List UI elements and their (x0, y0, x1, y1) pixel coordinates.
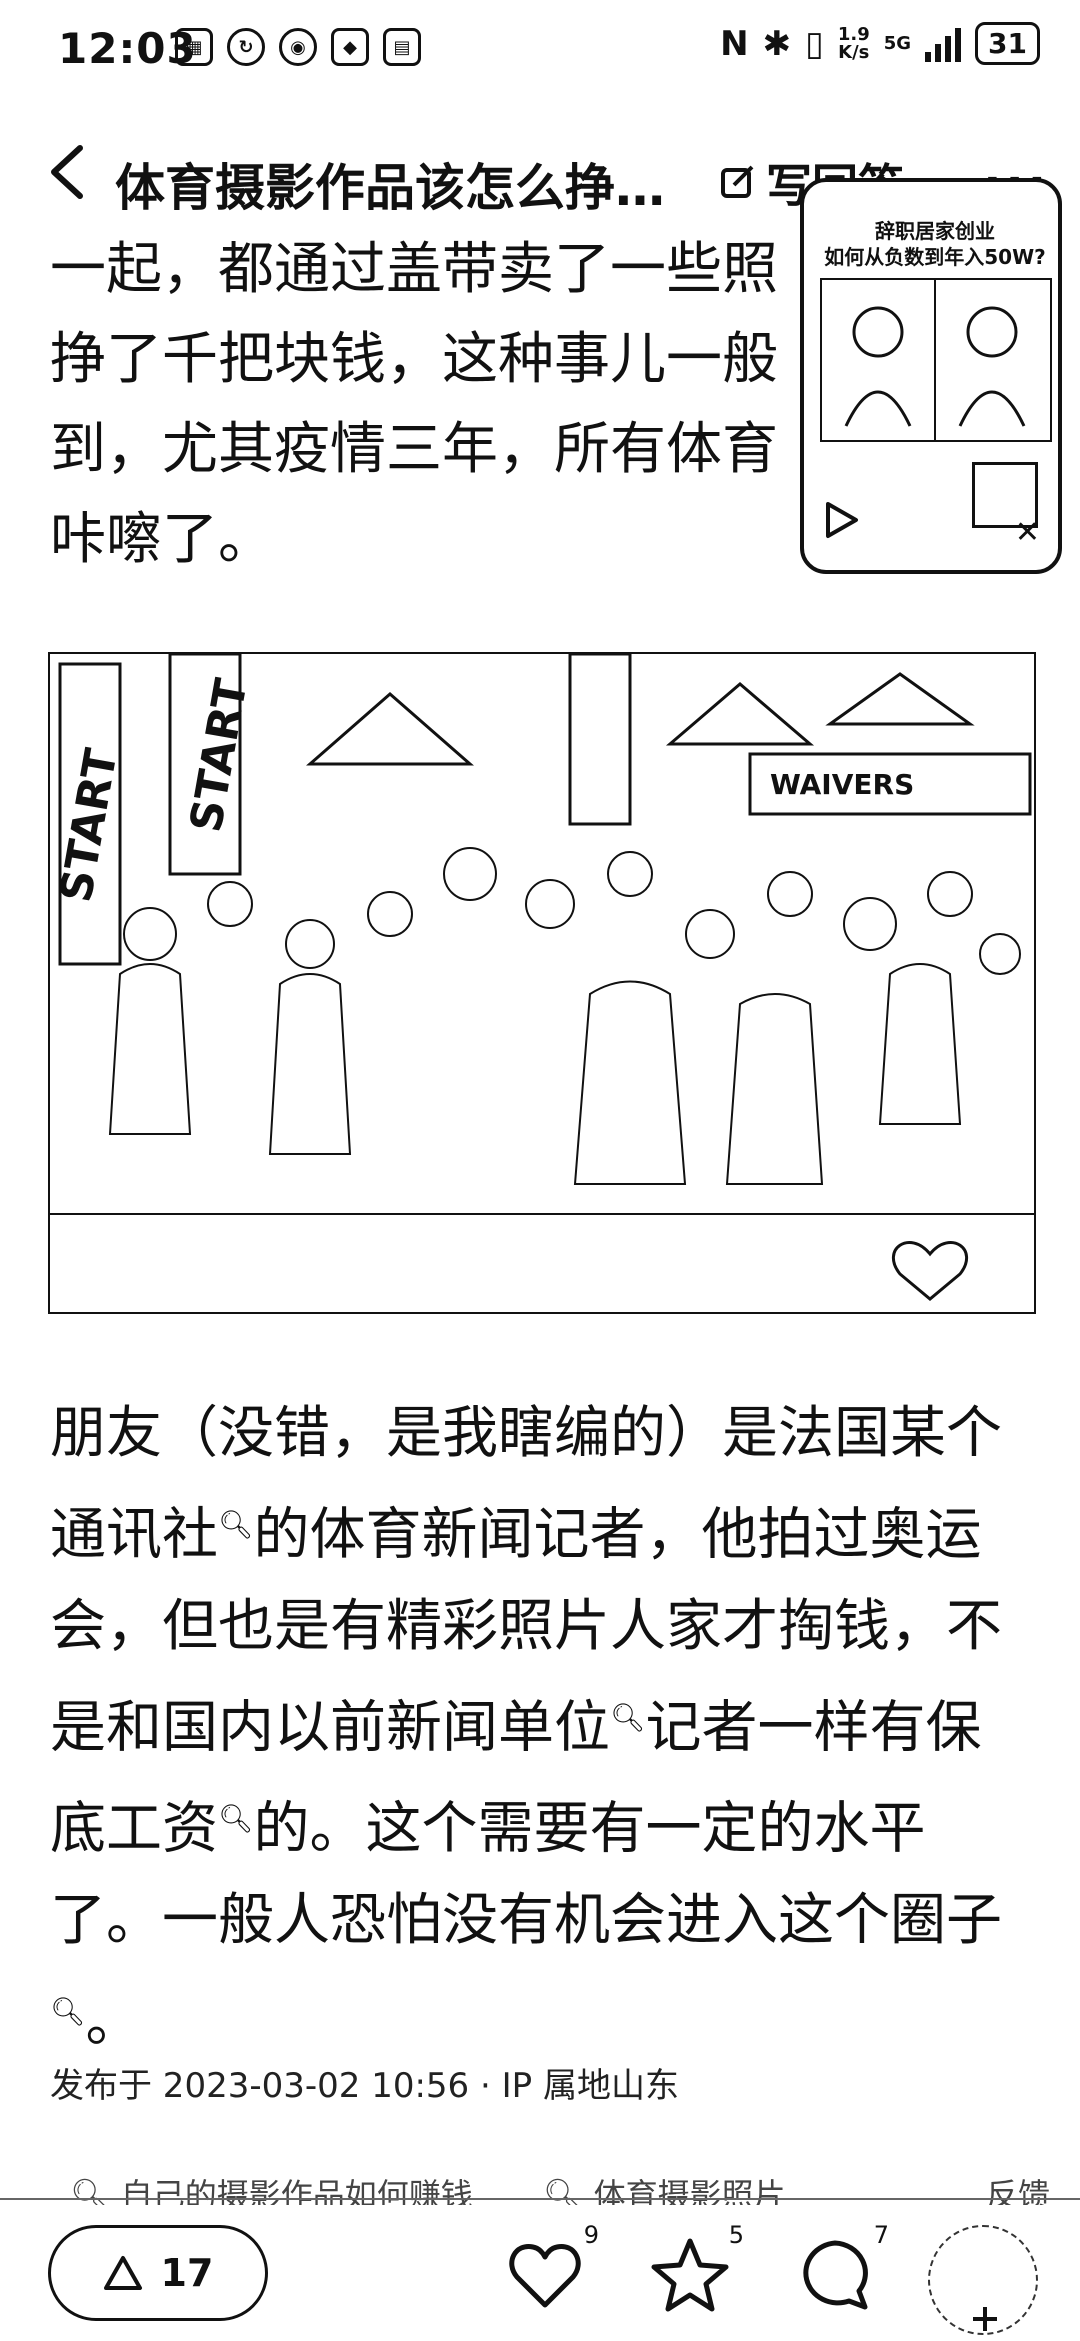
para2-text-e: 。 (85, 1989, 142, 2055)
net-speed-unit: K/s (838, 41, 870, 63)
weibo-icon: ◉ (279, 28, 317, 66)
comment-count: 7 (873, 2221, 889, 2249)
bluetooth-icon: ✱ (762, 23, 792, 64)
app-icon: ◆ (331, 28, 369, 66)
battery-indicator: 31 (975, 22, 1040, 65)
sync-icon: ↻ (227, 28, 265, 66)
search-keyword-icon[interactable]: 🔍︎ (218, 1802, 254, 1835)
heart-icon (509, 2244, 581, 2308)
upvote-triangle-icon (103, 2256, 142, 2290)
favorite-count: 5 (728, 2221, 744, 2249)
search-keyword-icon[interactable]: 🔍︎ (218, 1508, 254, 1541)
search-keyword-icon[interactable]: 🔍︎ (50, 1995, 86, 2028)
edit-icon (721, 165, 754, 198)
close-icon[interactable]: ✕ (1015, 515, 1040, 550)
play-icon[interactable] (824, 500, 860, 540)
chevron-left-icon (51, 145, 83, 199)
back-button[interactable] (40, 142, 100, 202)
banner-waivers: WAIVERS (770, 768, 914, 801)
video-ad-title-line2: 如何从负数到年入50W? (824, 245, 1046, 269)
signal-icon (925, 26, 962, 62)
upvote-button[interactable]: 17 (48, 2225, 268, 2321)
notification-icons: ▦ ↻ ◉ ◆ ▤ (175, 28, 421, 66)
avatar-plus-icon (973, 2307, 997, 2331)
app-icon: ▤ (383, 28, 421, 66)
floating-video-ad[interactable]: 辞职居家创业 如何从负数到年入50W? ✕ (800, 178, 1062, 574)
comment-bubble-icon (803, 2240, 868, 2310)
publish-info: 发布于 2023-03-02 10:56 · IP 属地山东 (50, 2066, 679, 2106)
avatar[interactable] (928, 2225, 1038, 2335)
network-speed: 1.9 K/s (838, 25, 870, 63)
comment-button[interactable]: 7 (795, 2221, 889, 2325)
star-icon (651, 2238, 729, 2312)
heart-icon (892, 1241, 968, 1301)
favorite-button[interactable]: 5 (650, 2221, 744, 2325)
divider (0, 2198, 1080, 2200)
answer-paragraph-2: 朋友（没错，是我瞎编的）是法国某个通讯社🔍︎的体育新闻记者，他拍过奥运会，但也是… (50, 1388, 1030, 2068)
person-icon (844, 306, 912, 427)
banner-start-2: START (181, 675, 258, 836)
upvote-count: 17 (160, 2251, 214, 2295)
system-status: N ✱ ▯ 1.9 K/s 5G 31 (720, 22, 1040, 65)
nfc-icon: N (720, 23, 749, 64)
answer-paragraph: 一起，都通过盖带卖了一些照 挣了千把块钱，这种事儿一般 到，尤其疫情三年，所有体… (50, 237, 778, 572)
vibrate-icon: ▯ (805, 23, 824, 64)
question-title[interactable]: 体育摄影作品该怎么挣… (115, 148, 695, 220)
network-type: 5G (883, 32, 912, 54)
video-split-divider (934, 280, 936, 440)
answer-photo[interactable]: START START WAIVERS (48, 652, 1036, 1314)
person-icon (958, 306, 1026, 427)
like-button[interactable]: 9 (505, 2221, 599, 2325)
video-thumbnail (820, 278, 1052, 442)
video-ad-title-line1: 辞职居家创业 (875, 219, 995, 243)
search-keyword-icon[interactable]: 🔍︎ (610, 1701, 646, 1734)
race-crowd-image: START START WAIVERS (50, 654, 1034, 1301)
banner-start-1: START (51, 745, 128, 906)
video-ad-title: 辞职居家创业 如何从负数到年入50W? (820, 218, 1050, 270)
like-count: 9 (583, 2221, 599, 2249)
bottom-action-bar: 17 9 5 7 (0, 2205, 1080, 2340)
app-icon: ▦ (175, 28, 213, 66)
status-bar: 12:03 ▦ ↻ ◉ ◆ ▤ N ✱ ▯ 1.9 K/s 5G 31 (0, 0, 1080, 110)
